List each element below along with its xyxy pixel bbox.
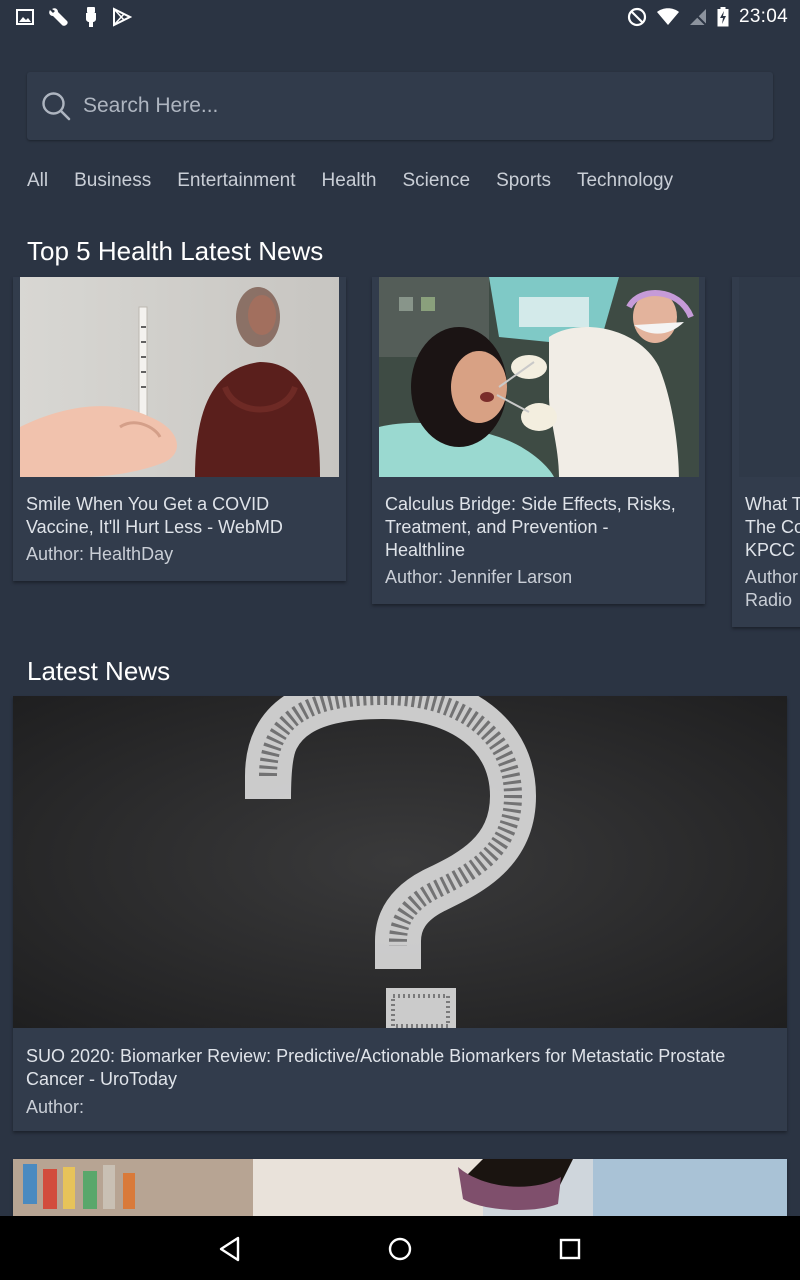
card-title: SUO 2020: Biomarker Review: Predictive/A… [26,1046,726,1089]
latest-news-section-title: Latest News [27,656,171,686]
card-image-placeholder [739,277,800,477]
card-author: Author: [26,1097,85,1117]
app-screen: 23:04 All Business Entertainment Health … [0,0,800,1280]
tab-sports[interactable]: Sports [496,170,551,192]
dentist-patient-image [379,277,699,477]
search-input[interactable] [83,72,773,140]
back-icon[interactable] [215,1234,245,1264]
card-title: Calculus Bridge: Side Effects, Risks, Tr… [385,493,676,562]
card-title-line: The Co [745,517,800,537]
card-title-line: Treatment, and Prevention - [385,517,609,537]
latest-news-card[interactable]: SUO 2020: Biomarker Review: Predictive/A… [13,696,787,1131]
card-author: Author: Jennifer Larson [385,567,573,587]
card-author: Author: HealthDay [26,544,174,564]
tab-science[interactable]: Science [402,170,470,192]
signal-icon [689,8,707,26]
tab-technology[interactable]: Technology [577,170,673,192]
status-clock: 23:04 [738,6,788,27]
top-news-section-title: Top 5 Health Latest News [27,236,324,266]
wifi-icon [656,8,679,25]
wrench-icon [49,8,68,26]
top-news-card[interactable]: Calculus Bridge: Side Effects, Risks, Tr… [372,277,705,604]
card-title-line: Vaccine, It'll Hurt Less - WebMD [26,517,283,537]
chalk-question-mark-image [13,696,787,1028]
tab-all[interactable]: All [27,170,48,192]
battery-charging-icon [717,7,729,27]
status-left-icons [16,6,132,28]
card-title-line: Smile When You Get a COVID [26,494,270,514]
card-author-line: Author [745,567,799,587]
recents-icon[interactable] [555,1234,585,1264]
usb-icon [86,7,96,27]
tab-health[interactable]: Health [322,170,377,192]
category-tabs: All Business Entertainment Health Scienc… [27,166,699,196]
status-right-icons: 23:04 [627,6,788,28]
top-news-card[interactable]: What T The Co KPCC Author Radio [732,277,800,627]
card-author: Author Radio [745,566,798,612]
play-store-icon [113,7,132,27]
do-not-disturb-icon [627,7,647,27]
home-icon[interactable] [385,1234,415,1264]
card-title-line: Healthline [385,540,466,560]
top-news-card[interactable]: Smile When You Get a COVID Vaccine, It'l… [13,277,346,581]
card-title: What T The Co KPCC [745,493,800,562]
search-icon [42,92,71,121]
card-title: Smile When You Get a COVID Vaccine, It'l… [26,493,283,539]
card-title-line: What T [745,494,800,514]
card-author-line: Radio [745,590,793,610]
search-bar[interactable] [27,72,773,140]
tab-entertainment[interactable]: Entertainment [177,170,295,192]
system-navigation-bar [0,1216,800,1280]
vaccine-syringe-image [20,277,339,477]
status-bar: 23:04 [0,0,800,34]
card-title-line: Calculus Bridge: Side Effects, Risks, [385,494,676,514]
tab-business[interactable]: Business [74,170,151,192]
card-title-line: KPCC [745,540,796,560]
image-icon [16,9,34,25]
